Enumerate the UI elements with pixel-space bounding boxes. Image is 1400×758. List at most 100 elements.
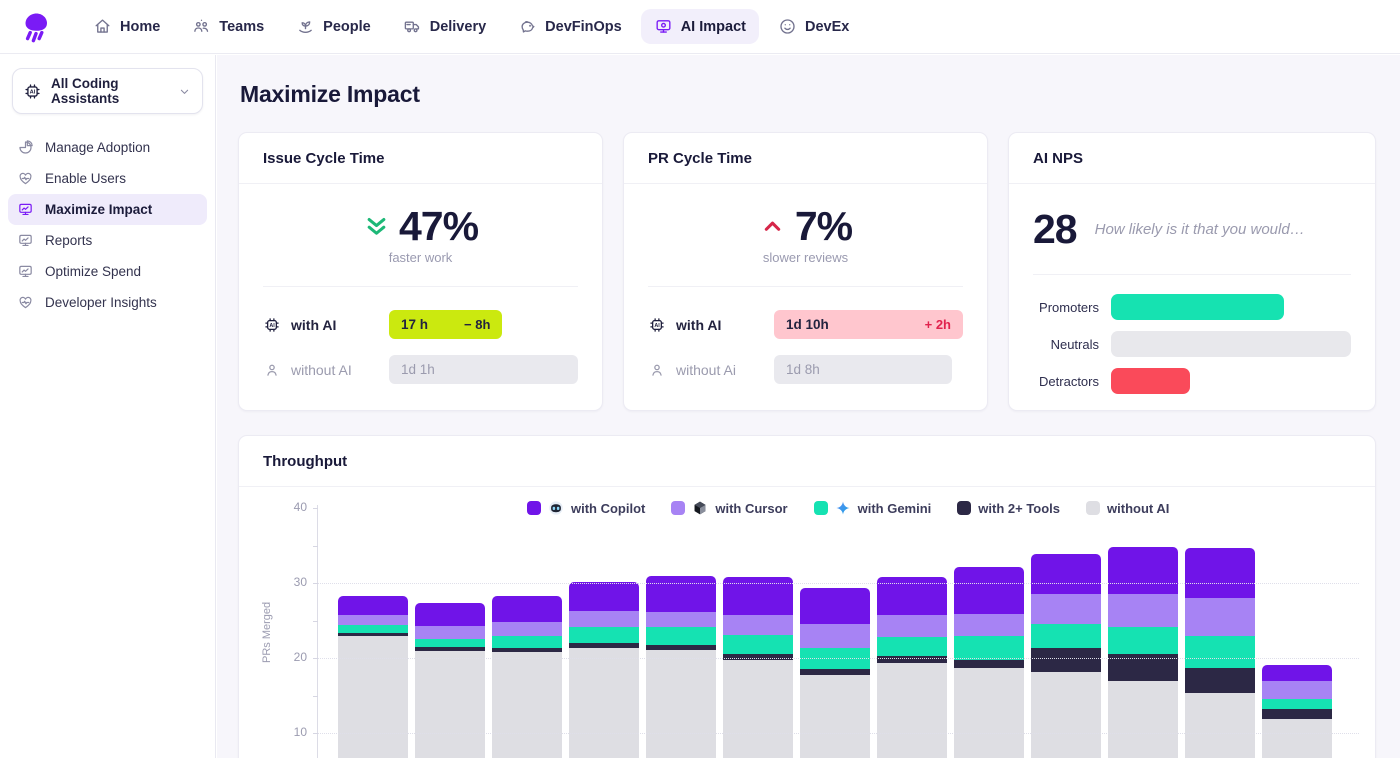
heart-pulse-icon (17, 294, 34, 311)
bar-segment-with-cursor (1031, 594, 1101, 625)
person-icon (648, 361, 666, 379)
nav-item-people[interactable]: People (283, 9, 384, 44)
sidebar-item-label: Maximize Impact (45, 202, 152, 217)
chart-legend: with Copilotwith Cursorwith Geminiwith 2… (527, 500, 1169, 516)
pill-track: 1d 8h (774, 355, 963, 384)
metric-row-without-ai: without AI1d 1h (263, 355, 578, 384)
svg-text:AI: AI (269, 323, 275, 329)
y-axis-tick-mark (313, 583, 318, 584)
brand-logo-icon[interactable] (20, 10, 52, 44)
pill-value: 1d 10h (786, 317, 829, 332)
gridline-10 (318, 733, 1359, 734)
bar-segment-with-gemini (1108, 627, 1178, 655)
bar-segment-with-copilot (800, 588, 870, 625)
y-axis-tick-mark (313, 696, 318, 697)
bar-segment-with-cursor (800, 624, 870, 648)
home-icon (93, 17, 112, 36)
y-axis-tick-mark (313, 733, 318, 734)
bar-segment-with-2-tools (877, 656, 947, 664)
bar-segment-without-ai (338, 636, 408, 758)
y-tick-20: 20 (247, 650, 307, 664)
svg-text:AI: AI (30, 89, 36, 95)
sidebar-item-label: Manage Adoption (45, 140, 150, 155)
sidebar-item-manage-adoption[interactable]: Manage Adoption (8, 132, 207, 163)
legend-swatch (527, 501, 541, 515)
nav-item-home[interactable]: Home (80, 9, 173, 44)
heart-pulse-icon (17, 170, 34, 187)
copilot-icon (548, 500, 564, 516)
legend-label: with Cursor (715, 501, 787, 516)
top-nav-items: Home TeamsPeople Delivery DevFinOpsAI Impac… (80, 9, 862, 44)
bar-segment-with-cursor (492, 622, 562, 636)
metric-cards-row: Issue Cycle Time 47% faster work AIwith … (238, 132, 1376, 411)
main-content: Maximize Impact Issue Cycle Time 47% fas… (217, 55, 1400, 758)
legend-item-without-ai: without AI (1086, 501, 1169, 516)
coding-assistants-dropdown[interactable]: AI All Coding Assistants (12, 68, 203, 114)
bar-column (954, 567, 1024, 758)
y-tick-40: 40 (247, 500, 307, 514)
monitor-chart-icon (17, 201, 34, 218)
nav-item-devfinops[interactable]: DevFinOps (505, 9, 635, 44)
bar-segment-with-gemini (338, 625, 408, 633)
bar-column (1185, 548, 1255, 758)
ai-nps-card: AI NPS 28 How likely is it that you woul… (1008, 132, 1376, 411)
bar-segment-without-ai (1031, 672, 1101, 758)
bar-segment-without-ai (954, 668, 1024, 758)
bar-segment-without-ai (415, 651, 485, 758)
sidebar-item-enable-users[interactable]: Enable Users (8, 163, 207, 194)
chevron-up-icon (759, 213, 786, 240)
sidebar-item-reports[interactable]: Reports (8, 225, 207, 256)
y-axis-tick-mark (313, 658, 318, 659)
double-chevron-down-icon (363, 213, 390, 240)
nps-row-label: Detractors (1033, 374, 1099, 389)
devfinops-icon (518, 17, 537, 36)
bar-segment-with-2-tools (1185, 668, 1255, 693)
nps-row-neutrals: Neutrals (1033, 331, 1351, 357)
bar-segment-with-copilot (338, 596, 408, 615)
nav-item-teams[interactable]: Teams (179, 9, 277, 44)
nps-bar-detractors (1111, 368, 1190, 394)
metric-row-without-ai: without Ai1d 8h (648, 355, 963, 384)
pill-delta: − 8h (464, 317, 490, 332)
sidebar-item-developer-insights[interactable]: Developer Insights (8, 287, 207, 318)
duration-pill: 1d 1h (389, 355, 578, 384)
bar-segment-with-cursor (1262, 681, 1332, 699)
bar-segment-without-ai (800, 675, 870, 758)
sidebar-items: Manage Adoption Enable Users Maximize Impa… (0, 132, 215, 318)
bar-segment-without-ai (877, 663, 947, 758)
duration-pill: 17 h − 8h (389, 310, 502, 339)
nav-item-ai-impact[interactable]: AI Impact (641, 9, 759, 44)
y-axis-line (317, 505, 318, 758)
bar-segment-with-gemini (1031, 624, 1101, 648)
nav-item-label: Home (120, 19, 160, 35)
bar-column (646, 576, 716, 758)
bar-column (1262, 665, 1332, 758)
gridline-30 (318, 583, 1359, 584)
bar-column (1108, 547, 1178, 758)
bar-segment-with-copilot (1108, 547, 1178, 594)
bar-segment-with-copilot (1185, 548, 1255, 598)
bar-column (723, 577, 793, 758)
monitor-chart-icon (17, 232, 34, 249)
nav-item-delivery[interactable]: Delivery (390, 9, 499, 44)
metric-row-label: without AI (263, 361, 389, 379)
bar-column (1031, 554, 1101, 758)
sidebar-item-optimize-spend[interactable]: Optimize Spend (8, 256, 207, 287)
duration-pill: 1d 10h+ 2h (774, 310, 963, 339)
bar-segment-with-copilot (415, 603, 485, 626)
bar-column (877, 577, 947, 758)
bar-segment-without-ai (1185, 693, 1255, 758)
bar-segment-with-gemini (723, 635, 793, 655)
bar-segment-without-ai (1108, 681, 1178, 758)
nav-item-label: Delivery (430, 19, 486, 35)
bar-segment-with-copilot (1031, 554, 1101, 594)
pill-value: 17 h (401, 317, 428, 332)
nav-item-devex[interactable]: DevEx (765, 9, 862, 44)
legend-label: without AI (1107, 501, 1169, 516)
cursor-icon (692, 500, 708, 516)
sidebar-item-maximize-impact[interactable]: Maximize Impact (8, 194, 207, 225)
y-axis-tick-mark (313, 546, 318, 547)
nps-row-label: Promoters (1033, 300, 1099, 315)
gemini-icon (835, 500, 851, 516)
bar-segment-without-ai (1262, 719, 1332, 758)
